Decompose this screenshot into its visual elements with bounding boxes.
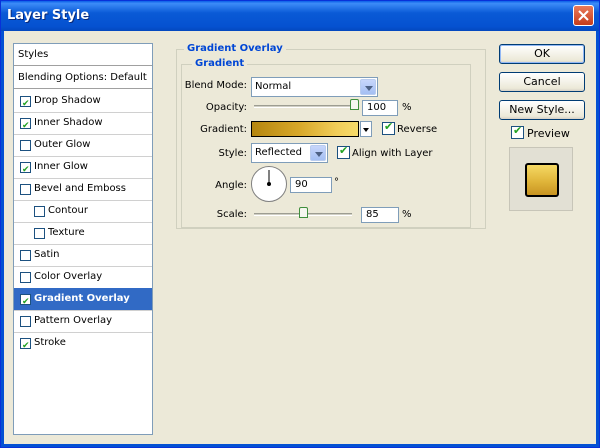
scale-input[interactable]: 85 [361, 207, 399, 223]
scale-slider-thumb[interactable] [299, 207, 308, 218]
blend-mode-select[interactable]: Normal [251, 77, 378, 97]
window-frame-left [1, 31, 4, 447]
style-item-checkbox[interactable] [34, 228, 45, 239]
style-item-label: Color Overlay [34, 271, 103, 282]
reverse-label: Reverse [397, 124, 438, 135]
blending-options-label: Blending Options: Default [18, 72, 147, 83]
preview-swatch [525, 163, 559, 197]
style-item-checkbox[interactable] [20, 291, 31, 313]
style-item-label: Bevel and Emboss [34, 183, 126, 194]
preview-box [509, 147, 573, 211]
style-item-checkbox[interactable] [20, 140, 31, 151]
opacity-unit: % [402, 102, 412, 113]
style-item-checkbox[interactable] [20, 159, 31, 181]
style-item-color-overlay[interactable]: Color Overlay [14, 266, 152, 288]
style-item-inner-shadow[interactable]: Inner Shadow [14, 112, 152, 137]
style-item-gradient-overlay[interactable]: Gradient Overlay [14, 288, 152, 313]
style-item-label: Inner Glow [34, 161, 88, 172]
style-item-stroke[interactable]: Stroke [14, 332, 152, 357]
new-style-button[interactable]: New Style... [499, 100, 585, 120]
style-item-label: Texture [48, 227, 85, 238]
style-item-label: Contour [48, 205, 88, 216]
style-label: Style: [218, 148, 248, 159]
gradient-swatch[interactable] [251, 121, 359, 137]
style-item-outer-glow[interactable]: Outer Glow [14, 134, 152, 156]
style-item-label: Drop Shadow [34, 95, 101, 106]
style-item-checkbox[interactable] [20, 335, 31, 357]
opacity-slider[interactable] [254, 105, 354, 108]
style-item-checkbox[interactable] [20, 184, 31, 195]
gradient-dropdown[interactable] [360, 121, 372, 137]
scale-label: Scale: [216, 209, 247, 220]
style-item-pattern-overlay[interactable]: Pattern Overlay [14, 310, 152, 332]
style-item-inner-glow[interactable]: Inner Glow [14, 156, 152, 181]
styles-list: Styles Blending Options: Default Drop Sh… [13, 43, 153, 435]
style-item-checkbox[interactable] [20, 115, 31, 137]
chevron-down-icon[interactable] [310, 145, 326, 161]
angle-label: Angle: [215, 180, 247, 191]
angle-dial[interactable] [251, 166, 287, 202]
opacity-slider-thumb[interactable] [350, 99, 359, 110]
style-item-checkbox[interactable] [20, 316, 31, 327]
window-frame-bottom [1, 444, 599, 447]
window-frame-right [596, 31, 599, 447]
style-item-checkbox[interactable] [20, 93, 31, 115]
style-select[interactable]: Reflected [251, 143, 328, 163]
chevron-down-icon[interactable] [360, 79, 376, 95]
gradient-label: Gradient: [200, 124, 247, 135]
style-item-texture[interactable]: Texture [14, 222, 152, 244]
style-value: Reflected [255, 147, 303, 158]
blend-mode-value: Normal [255, 81, 292, 92]
blend-mode-label: Blend Mode: [184, 80, 247, 91]
window-title: Layer Style [7, 8, 90, 23]
group-title: Gradient Overlay [184, 43, 286, 54]
style-item-checkbox[interactable] [20, 272, 31, 283]
style-item-checkbox[interactable] [34, 206, 45, 217]
layer-style-dialog: Layer Style Styles Blending Options: Def… [0, 0, 600, 448]
preview-checkbox[interactable] [511, 124, 524, 139]
styles-header-label: Styles [18, 49, 49, 60]
style-item-drop-shadow[interactable]: Drop Shadow [14, 90, 152, 115]
reverse-checkbox[interactable] [382, 120, 395, 135]
title-bar[interactable]: Layer Style [1, 1, 599, 31]
style-item-label: Pattern Overlay [34, 315, 113, 326]
style-item-bevel-and-emboss[interactable]: Bevel and Emboss [14, 178, 152, 200]
styles-header[interactable]: Styles [14, 44, 152, 66]
angle-needle-icon [267, 170, 271, 186]
opacity-label: Opacity: [205, 102, 247, 113]
style-item-checkbox[interactable] [20, 250, 31, 261]
cancel-button[interactable]: Cancel [499, 72, 585, 92]
blending-options-item[interactable]: Blending Options: Default [14, 67, 152, 89]
style-item-label: Gradient Overlay [34, 293, 130, 304]
style-item-label: Outer Glow [34, 139, 91, 150]
style-item-contour[interactable]: Contour [14, 200, 152, 222]
style-item-label: Stroke [34, 337, 66, 348]
opacity-input[interactable]: 100 [362, 100, 398, 116]
style-item-label: Inner Shadow [34, 117, 103, 128]
align-with-layer-label: Align with Layer [352, 148, 433, 159]
style-item-label: Satin [34, 249, 60, 260]
subgroup-title: Gradient [192, 58, 248, 69]
ok-button[interactable]: OK [499, 44, 585, 64]
close-button[interactable] [573, 5, 594, 26]
close-icon [578, 10, 589, 21]
preview-label: Preview [527, 127, 570, 140]
scale-unit: % [402, 209, 412, 220]
style-item-satin[interactable]: Satin [14, 244, 152, 266]
angle-input[interactable]: 90 [290, 177, 332, 193]
align-with-layer-checkbox[interactable] [337, 144, 350, 159]
angle-unit: ° [334, 177, 339, 188]
